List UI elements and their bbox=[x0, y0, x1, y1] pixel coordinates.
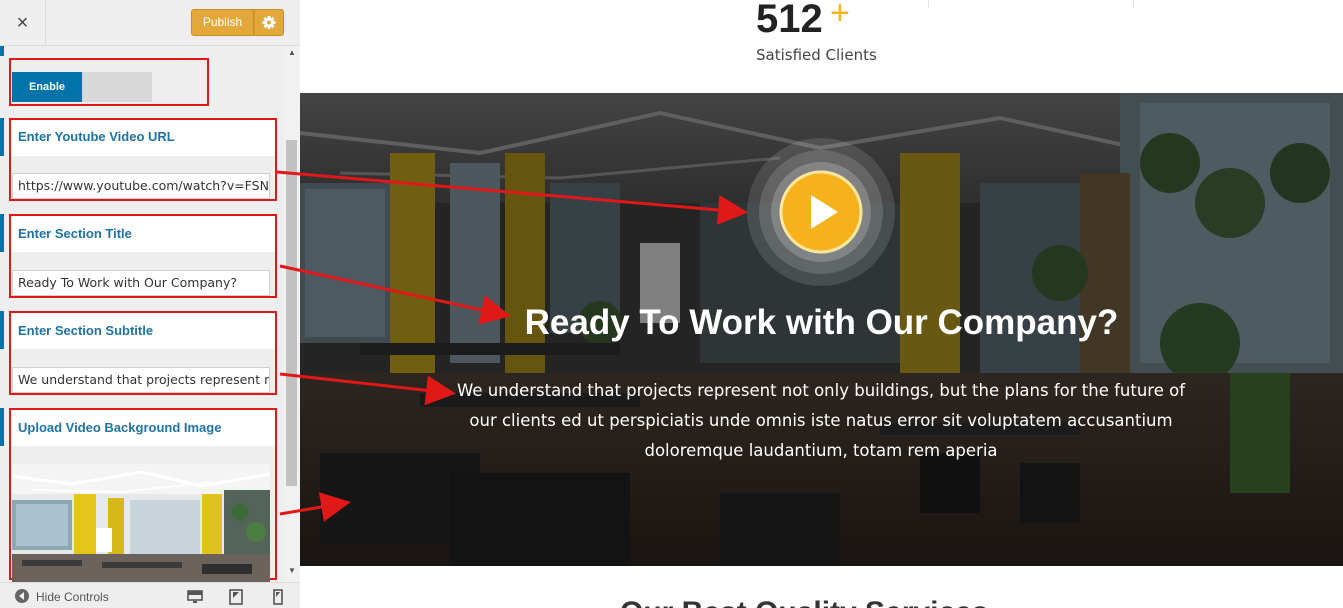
scroll-down-icon[interactable]: ▼ bbox=[287, 566, 297, 576]
section-marker bbox=[0, 46, 4, 56]
youtube-url-label: Enter Youtube Video URL bbox=[18, 129, 175, 144]
section-title: Ready To Work with Our Company? bbox=[524, 303, 1119, 342]
play-video-button[interactable] bbox=[746, 137, 896, 287]
section-marker bbox=[0, 214, 4, 252]
customizer-footer: Hide Controls bbox=[0, 582, 300, 608]
scrollbar-thumb[interactable] bbox=[286, 140, 297, 486]
publish-button[interactable]: Publish bbox=[191, 9, 254, 36]
section-subtitle-input[interactable]: We understand that projects represent n bbox=[12, 367, 270, 393]
section-marker bbox=[0, 118, 4, 156]
hide-controls-button[interactable]: Hide Controls bbox=[14, 587, 109, 607]
customizer-sidebar: × Publish Enable Enter Youtube Video URL… bbox=[0, 0, 300, 608]
site-preview: 512 + Satisfied Clients Ready To Work wi… bbox=[300, 0, 1343, 608]
scroll-up-icon[interactable]: ▲ bbox=[287, 48, 297, 58]
youtube-url-input[interactable]: https://www.youtube.com/watch?v=FSN bbox=[12, 173, 270, 199]
stat-counter: 512 bbox=[756, 0, 823, 41]
tablet-preview-icon[interactable] bbox=[229, 589, 243, 605]
mobile-preview-icon[interactable] bbox=[273, 589, 283, 605]
gear-icon bbox=[262, 16, 276, 29]
customizer-header: × Publish bbox=[0, 0, 300, 46]
section-subtitle-label: Enter Section Subtitle bbox=[18, 323, 154, 338]
section-title-input[interactable]: Ready To Work with Our Company? bbox=[12, 270, 270, 296]
section-marker bbox=[0, 408, 4, 446]
close-button[interactable]: × bbox=[0, 0, 46, 46]
stat-plus-icon: + bbox=[830, 0, 850, 32]
services-heading: Our Best Quality Services bbox=[620, 596, 989, 608]
stat-label: Satisfied Clients bbox=[756, 46, 877, 64]
section-title-label: Enter Section Title bbox=[18, 226, 132, 241]
desktop-preview-icon[interactable] bbox=[187, 590, 203, 604]
divider bbox=[928, 0, 929, 8]
bg-image-label: Upload Video Background Image bbox=[18, 420, 222, 435]
divider bbox=[1133, 0, 1134, 8]
collapse-icon bbox=[15, 589, 29, 603]
controls-panel: Enable Enter Youtube Video URL https://w… bbox=[0, 46, 284, 582]
close-icon: × bbox=[16, 12, 29, 34]
enable-toggle[interactable]: Enable bbox=[12, 72, 82, 102]
video-section: Ready To Work with Our Company? We under… bbox=[300, 93, 1343, 566]
toggle-off-side[interactable] bbox=[82, 72, 152, 102]
section-marker bbox=[0, 311, 4, 349]
background-image-thumbnail[interactable] bbox=[12, 464, 270, 582]
hide-controls-label: Hide Controls bbox=[36, 590, 109, 604]
publish-settings-button[interactable] bbox=[254, 9, 284, 36]
section-subtitle: We understand that projects represent no… bbox=[456, 381, 1185, 460]
